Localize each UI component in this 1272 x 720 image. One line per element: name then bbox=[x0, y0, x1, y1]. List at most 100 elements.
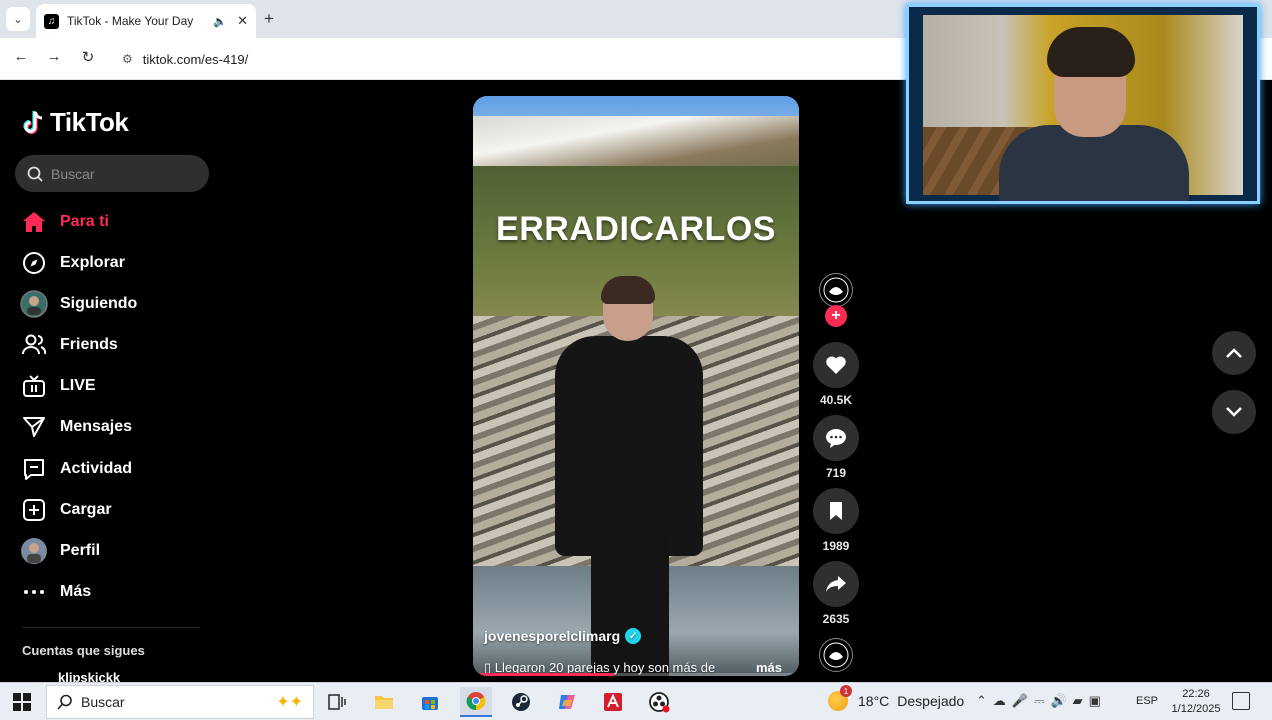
sidebar-item-label: Explorar bbox=[60, 254, 125, 271]
taskbar-search-box[interactable]: ✦✦ bbox=[46, 685, 314, 719]
like-count: 40.5K bbox=[819, 393, 853, 407]
video-overlay-title: ERRADICARLOS bbox=[496, 210, 776, 248]
share-button[interactable] bbox=[813, 561, 859, 607]
next-video-button[interactable] bbox=[1212, 390, 1256, 434]
reload-icon[interactable]: ↻ bbox=[77, 48, 99, 66]
site-info-icon[interactable]: ⚙ bbox=[122, 52, 133, 66]
author-logo-icon bbox=[823, 277, 849, 303]
tab-search-chevron-icon[interactable]: ⌄ bbox=[6, 7, 30, 31]
save-count: 1989 bbox=[822, 539, 850, 553]
tiktok-search-box[interactable] bbox=[15, 155, 209, 192]
sidebar-item-mas[interactable]: Más bbox=[20, 575, 210, 609]
address-bar[interactable]: ⚙ tiktok.com/es-419/ bbox=[112, 44, 1012, 74]
network-icon[interactable]: ⎓ bbox=[1034, 693, 1044, 709]
heart-icon bbox=[826, 356, 846, 374]
sidebar-item-cargar[interactable]: Cargar bbox=[20, 493, 210, 527]
windows-start-icon[interactable] bbox=[13, 693, 31, 711]
browser-tab-tiktok[interactable]: ♫ TikTok - Make Your Day 🔈 ✕ bbox=[36, 4, 256, 38]
sidebar-divider bbox=[22, 627, 200, 628]
video-person-hair bbox=[601, 276, 655, 304]
red-app-icon[interactable] bbox=[597, 687, 629, 717]
steam-icon[interactable] bbox=[505, 687, 537, 717]
sidebar-item-mensajes[interactable]: Mensajes bbox=[20, 410, 210, 444]
live-tv-icon bbox=[20, 372, 48, 400]
video-progress-bar[interactable] bbox=[473, 673, 799, 676]
compass-icon bbox=[20, 249, 48, 277]
language-indicator[interactable]: ESP bbox=[1136, 695, 1158, 707]
video-author-name[interactable]: jovenesporelclimarg bbox=[484, 628, 620, 644]
copilot-icon[interactable] bbox=[551, 687, 583, 717]
chrome-icon[interactable] bbox=[460, 687, 492, 717]
weather-widget[interactable]: 1 18°C Despejado bbox=[828, 685, 964, 711]
weather-badge: 1 bbox=[840, 685, 852, 697]
forward-arrow-icon[interactable]: → bbox=[43, 48, 65, 65]
chevron-up-tray-icon[interactable]: ⌃ bbox=[976, 693, 987, 709]
sidebar-item-para-ti[interactable]: Para ti bbox=[20, 205, 210, 239]
chevron-down-icon bbox=[1226, 407, 1242, 417]
sidebar-item-label: LIVE bbox=[60, 377, 96, 394]
search-input[interactable] bbox=[51, 165, 191, 182]
upload-plus-icon bbox=[20, 496, 48, 524]
new-tab-plus-icon[interactable]: + bbox=[264, 9, 274, 29]
sidebar-item-perfil[interactable]: Perfil bbox=[20, 534, 210, 568]
back-arrow-icon[interactable]: ← bbox=[10, 48, 32, 65]
sidebar-item-explorar[interactable]: Explorar bbox=[20, 246, 210, 280]
sidebar-item-label: Cargar bbox=[60, 501, 112, 518]
tiktok-note-icon bbox=[23, 110, 43, 134]
volume-icon[interactable]: 🔊 bbox=[1050, 693, 1066, 709]
usb-device-icon[interactable]: ▰ bbox=[1073, 693, 1083, 709]
following-accounts-title: Cuentas que sigues bbox=[22, 643, 145, 658]
previous-video-button[interactable] bbox=[1212, 331, 1256, 375]
obs-icon[interactable] bbox=[643, 687, 675, 717]
video-player[interactable]: ERRADICARLOS jovenesporelclimarg ✓ ▯ Lle… bbox=[473, 96, 799, 676]
profile-avatar-icon bbox=[20, 537, 48, 565]
share-count: 2635 bbox=[822, 612, 850, 626]
tiktok-wordmark: TikTok bbox=[50, 107, 129, 137]
search-highlight-sparkle-icon: ✦✦ bbox=[276, 694, 303, 711]
task-view-icon[interactable] bbox=[321, 687, 353, 717]
following-account-item[interactable]: klipskickk bbox=[58, 670, 120, 682]
search-icon bbox=[57, 694, 72, 710]
taskbar-clock[interactable]: 22:26 1/12/2025 bbox=[1166, 687, 1226, 717]
comment-count: 719 bbox=[825, 466, 847, 480]
tiktok-logo[interactable]: TikTok bbox=[22, 107, 129, 138]
tab-audio-icon[interactable]: 🔈 bbox=[213, 15, 227, 28]
save-button[interactable] bbox=[813, 488, 859, 534]
music-disc-icon bbox=[823, 642, 849, 668]
music-disc-avatar[interactable] bbox=[819, 638, 853, 672]
file-explorer-icon[interactable] bbox=[368, 687, 400, 717]
like-button[interactable] bbox=[813, 342, 859, 388]
notification-center-icon[interactable] bbox=[1232, 692, 1250, 710]
display-icon[interactable]: ▣ bbox=[1089, 693, 1101, 709]
system-tray: ⌃ ☁ 🎤 ⎓ 🔊 ▰ ▣ bbox=[976, 693, 1101, 709]
video-progress-fill bbox=[473, 673, 614, 676]
tab-title: TikTok - Make Your Day bbox=[67, 14, 194, 28]
author-avatar[interactable] bbox=[819, 273, 853, 307]
clock-time: 22:26 bbox=[1182, 688, 1210, 700]
video-person-legs bbox=[591, 536, 669, 676]
sidebar-item-label: Más bbox=[60, 583, 92, 600]
taskbar-search-input[interactable] bbox=[81, 694, 241, 710]
video-scene-mountain bbox=[473, 116, 799, 171]
sidebar-item-friends[interactable]: Friends bbox=[20, 328, 210, 362]
sidebar-item-actividad[interactable]: Actividad bbox=[20, 452, 210, 486]
tab-close-icon[interactable]: ✕ bbox=[237, 13, 248, 29]
video-person-body bbox=[555, 336, 703, 556]
store-icon[interactable] bbox=[414, 687, 446, 717]
sidebar-item-label: Actividad bbox=[60, 460, 133, 477]
search-icon bbox=[27, 166, 43, 182]
microphone-icon[interactable]: 🎤 bbox=[1012, 693, 1028, 709]
send-icon bbox=[20, 413, 48, 441]
sidebar-item-siguiendo[interactable]: Siguiendo bbox=[20, 287, 210, 321]
comment-button[interactable] bbox=[813, 415, 859, 461]
sidebar-item-live[interactable]: LIVE bbox=[20, 369, 210, 403]
comment-icon bbox=[826, 429, 846, 448]
follow-plus-button[interactable]: + bbox=[825, 305, 847, 327]
following-avatar-icon bbox=[20, 290, 48, 318]
video-author[interactable]: jovenesporelclimarg ✓ bbox=[484, 628, 642, 644]
webcam-overlay bbox=[906, 4, 1260, 204]
onedrive-cloud-icon[interactable]: ☁ bbox=[993, 693, 1006, 709]
url-text[interactable]: tiktok.com/es-419/ bbox=[143, 52, 249, 67]
sidebar-item-label: Siguiendo bbox=[60, 295, 138, 312]
activity-icon bbox=[20, 455, 48, 483]
